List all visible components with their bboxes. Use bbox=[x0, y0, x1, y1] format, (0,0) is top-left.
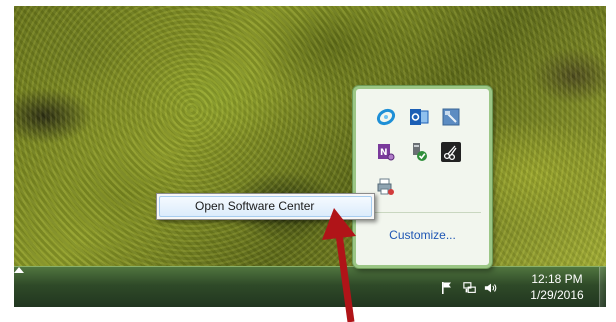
annotation-arrow bbox=[322, 208, 356, 322]
